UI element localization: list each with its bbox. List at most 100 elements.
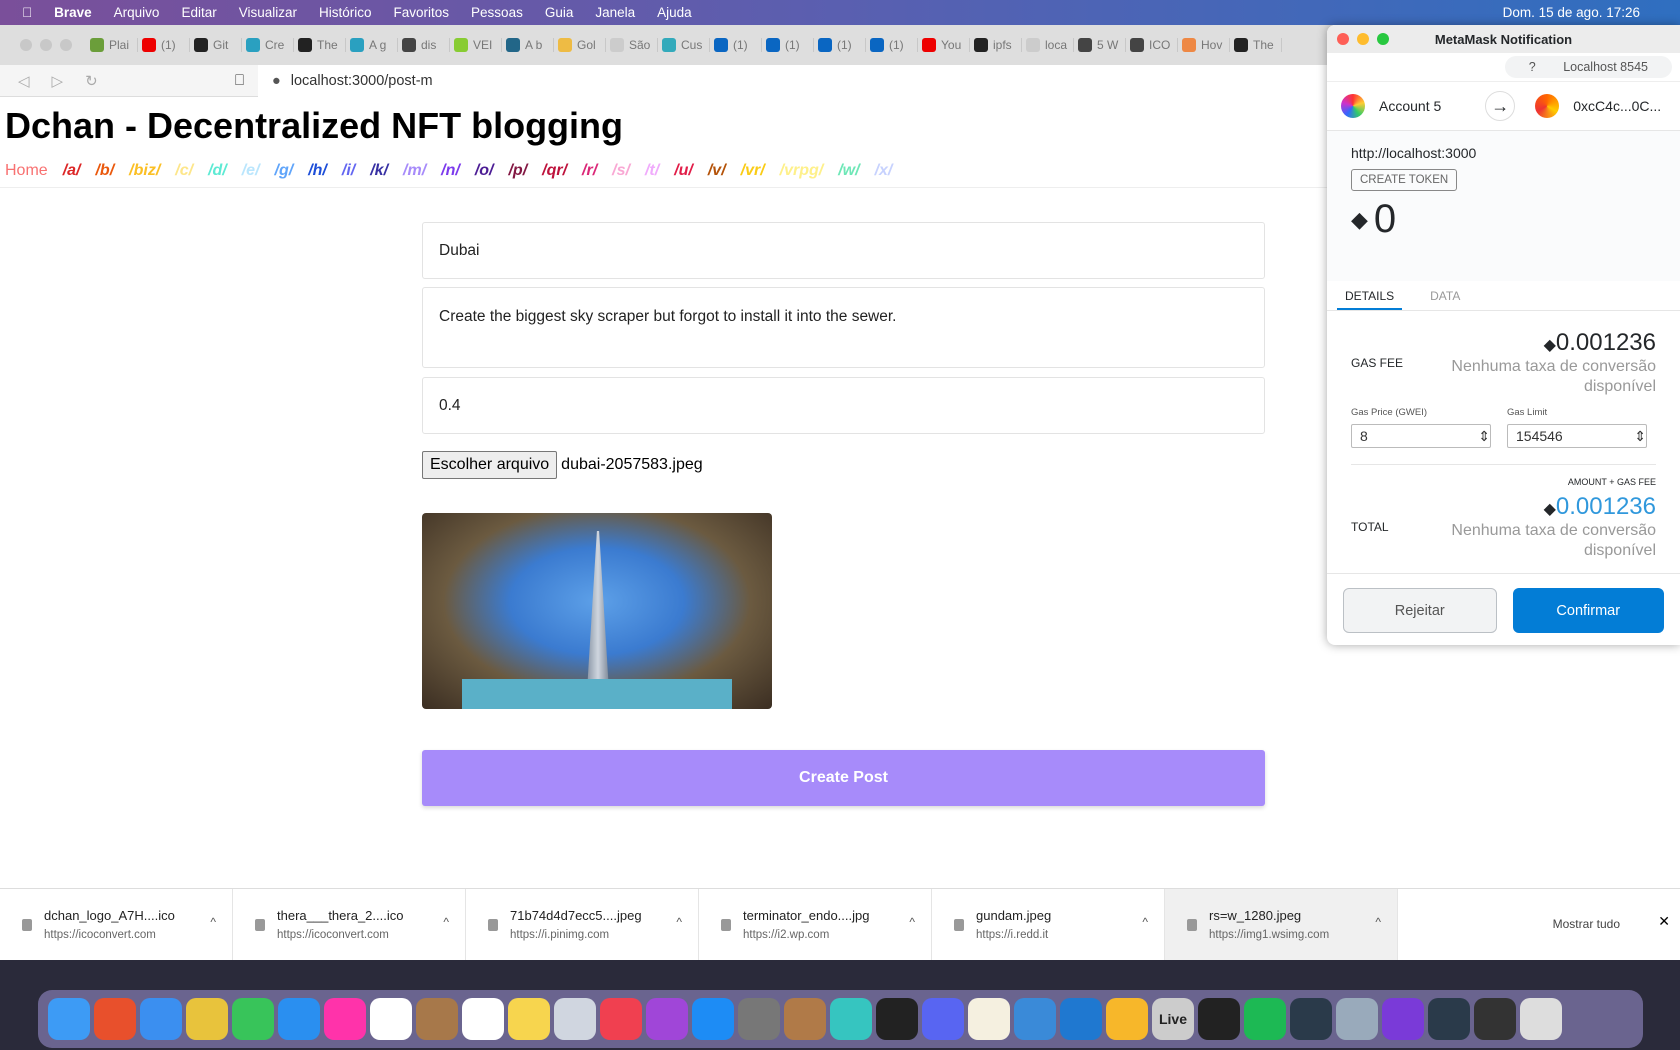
download-item[interactable]: dchan_logo_A7H....ico https://icoconvert.…: [0, 889, 233, 960]
browser-tab[interactable]: The: [1234, 38, 1282, 52]
board-link[interactable]: /c/: [175, 162, 193, 180]
browser-tab[interactable]: (1): [870, 38, 918, 52]
dock-app-icon[interactable]: [1106, 998, 1148, 1040]
board-link[interactable]: /g/: [275, 162, 294, 180]
dock-app-icon[interactable]: [324, 998, 366, 1040]
browser-tab[interactable]: (1): [766, 38, 814, 52]
board-link[interactable]: /k/: [370, 162, 388, 180]
dock-app-icon[interactable]: [1244, 998, 1286, 1040]
chevron-up-icon[interactable]: ^: [1142, 915, 1148, 929]
dock-app-icon[interactable]: [462, 998, 504, 1040]
menu-item[interactable]: Arquivo: [114, 5, 160, 20]
browser-tab[interactable]: (1): [818, 38, 866, 52]
browser-tab[interactable]: dis: [402, 38, 450, 52]
dock-app-icon[interactable]: [1014, 998, 1056, 1040]
network-badge[interactable]: ? Localhost 8545: [1504, 56, 1672, 78]
board-link[interactable]: /r/: [582, 162, 597, 180]
dock-app-icon[interactable]: [738, 998, 780, 1040]
body-textarea[interactable]: Create the biggest sky scraper but forgo…: [422, 287, 1265, 368]
reload-icon[interactable]: ↻: [85, 72, 98, 90]
board-link[interactable]: /t/: [645, 162, 659, 180]
dock-app-icon[interactable]: [922, 998, 964, 1040]
browser-tab[interactable]: A g: [350, 38, 398, 52]
browser-tab[interactable]: The: [298, 38, 346, 52]
dock-app-icon[interactable]: [600, 998, 642, 1040]
forward-icon[interactable]: ▷: [52, 72, 64, 90]
board-link[interactable]: /a/: [63, 162, 81, 180]
chevron-up-icon[interactable]: ^: [1375, 915, 1381, 929]
dock-app-icon[interactable]: [278, 998, 320, 1040]
dock-app-icon[interactable]: [1060, 998, 1102, 1040]
menu-item[interactable]: Visualizar: [239, 5, 297, 20]
board-link[interactable]: /n/: [441, 162, 460, 180]
dock-app-icon[interactable]: [1474, 998, 1516, 1040]
board-link[interactable]: /qr/: [542, 162, 567, 180]
board-link[interactable]: Home: [5, 162, 48, 180]
price-input[interactable]: 0.4: [422, 377, 1265, 434]
from-account[interactable]: Account 5: [1379, 98, 1441, 114]
create-post-button[interactable]: Create Post: [422, 750, 1265, 806]
stepper-icon[interactable]: ⇕: [1634, 428, 1646, 445]
board-link[interactable]: /s/: [612, 162, 630, 180]
browser-tab[interactable]: ipfs: [974, 38, 1022, 52]
chevron-up-icon[interactable]: ^: [443, 915, 449, 929]
download-item[interactable]: rs=w_1280.jpeg https://img1.wsimg.com ^: [1165, 889, 1398, 960]
dock-app-icon[interactable]: [48, 998, 90, 1040]
title-input[interactable]: Dubai: [422, 222, 1265, 279]
dock-app-icon[interactable]: [692, 998, 734, 1040]
board-link[interactable]: /b/: [95, 162, 114, 180]
choose-file-button[interactable]: Escolher arquivo: [422, 451, 558, 479]
dock-app-icon[interactable]: [876, 998, 918, 1040]
menu-item[interactable]: Favoritos: [394, 5, 450, 20]
confirm-button[interactable]: Confirmar: [1512, 588, 1664, 633]
board-link[interactable]: /o/: [475, 162, 494, 180]
close-icon[interactable]: ✕: [1658, 913, 1670, 930]
menu-item[interactable]: Janela: [595, 5, 635, 20]
dock-app-icon[interactable]: [1290, 998, 1332, 1040]
dock-app-icon[interactable]: [508, 998, 550, 1040]
apple-icon[interactable]: : [22, 5, 32, 20]
bookmark-icon[interactable]: ⎕: [235, 72, 244, 90]
dock-app-icon[interactable]: [1382, 998, 1424, 1040]
chevron-up-icon[interactable]: ^: [676, 915, 682, 929]
browser-tab[interactable]: 5 W: [1078, 38, 1126, 52]
browser-tab[interactable]: A b: [506, 38, 554, 52]
menu-item[interactable]: Histórico: [319, 5, 372, 20]
dock-app-icon[interactable]: [554, 998, 596, 1040]
tab-details[interactable]: DETAILS: [1337, 281, 1403, 310]
browser-tab[interactable]: Plai: [90, 38, 138, 52]
board-link[interactable]: /e/: [242, 162, 260, 180]
dock-app-icon[interactable]: [1198, 998, 1240, 1040]
menu-item[interactable]: Ajuda: [657, 5, 692, 20]
reject-button[interactable]: Rejeitar: [1343, 588, 1497, 633]
chevron-up-icon[interactable]: ^: [909, 915, 915, 929]
dock-app-icon[interactable]: [370, 998, 412, 1040]
back-icon[interactable]: ◁: [18, 72, 30, 90]
dock-app-icon[interactable]: [140, 998, 182, 1040]
board-link[interactable]: /x/: [875, 162, 893, 180]
dock-app-icon[interactable]: [646, 998, 688, 1040]
browser-tab[interactable]: loca: [1026, 38, 1074, 52]
tab-data[interactable]: DATA: [1422, 281, 1468, 310]
board-link[interactable]: /w/: [838, 162, 859, 180]
board-link[interactable]: /u/: [674, 162, 693, 180]
download-item[interactable]: gundam.jpeg https://i.redd.it ^: [932, 889, 1165, 960]
browser-tab[interactable]: You: [922, 38, 970, 52]
menu-item[interactable]: Pessoas: [471, 5, 523, 20]
download-item[interactable]: thera___thera_2....ico https://icoconvert…: [233, 889, 466, 960]
download-item[interactable]: 71b74d4d7ecc5....jpeg https://i.pinimg.co…: [466, 889, 699, 960]
board-link[interactable]: /vrpg/: [780, 162, 824, 180]
dock-app-icon[interactable]: Live: [1152, 998, 1194, 1040]
board-link[interactable]: /m/: [403, 162, 426, 180]
board-link[interactable]: /h/: [308, 162, 327, 180]
dock-app-icon[interactable]: [416, 998, 458, 1040]
dock-app-icon[interactable]: [94, 998, 136, 1040]
dock-app-icon[interactable]: [1336, 998, 1378, 1040]
board-link[interactable]: /p/: [508, 162, 527, 180]
dock-app-icon[interactable]: [186, 998, 228, 1040]
dock-app-icon[interactable]: [968, 998, 1010, 1040]
browser-tab[interactable]: Git: [194, 38, 242, 52]
menu-item[interactable]: Guia: [545, 5, 574, 20]
browser-tab[interactable]: Cus: [662, 38, 710, 52]
board-link[interactable]: /v/: [708, 162, 726, 180]
